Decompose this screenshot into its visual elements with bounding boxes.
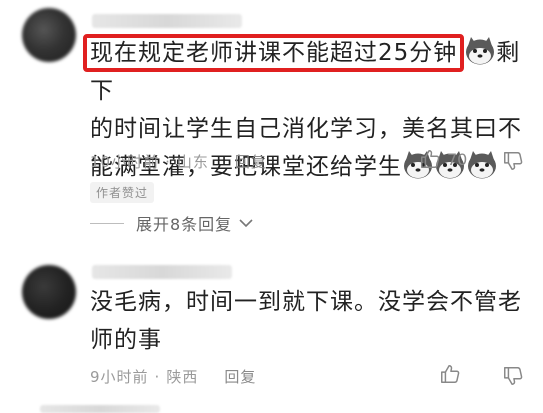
comment-text-line: 师的事 — [90, 327, 162, 353]
comment-text-line: 没毛病，时间一到就下课。没学会不管老 — [90, 289, 522, 315]
reply-button[interactable]: 回复 — [235, 151, 267, 172]
meta-separator: · — [154, 367, 161, 386]
author-liked-badge: 作者赞过 — [90, 182, 155, 203]
comment-meta: 10小时前 · 山东 回复 — [90, 151, 267, 172]
expand-divider-line — [90, 222, 124, 224]
comment-text-line: 的时间让学生自己消化学习，美名其曰不 — [90, 116, 522, 142]
username-blurred[interactable] — [92, 14, 242, 28]
thumbs-up-icon — [421, 150, 440, 168]
comment-location: 陕西 — [166, 368, 199, 386]
highlighted-text: 现在规定老师讲课不能超过25分钟 — [83, 34, 465, 72]
comment-content: 没毛病，时间一到就下课。没学会不管老 师的事 — [90, 283, 530, 359]
avatar[interactable] — [22, 8, 76, 62]
avatar[interactable] — [22, 265, 76, 319]
expand-replies-label: 展开8条回复 — [136, 215, 233, 234]
meta-separator: · — [165, 152, 171, 171]
doge-emoji-icon — [466, 37, 495, 65]
like-button[interactable] — [439, 363, 461, 385]
chevron-down-icon — [239, 219, 253, 228]
expand-replies-button[interactable]: 展开8条回复 — [90, 211, 254, 235]
thumbs-down-icon[interactable] — [502, 150, 524, 172]
reply-button[interactable]: 回复 — [224, 366, 256, 387]
username-blurred[interactable] — [92, 265, 232, 279]
comment-location: 山东 — [176, 153, 209, 171]
comment-meta: 9小时前 · 陕西 回复 — [90, 366, 256, 387]
comment-time: 10小时前 — [90, 153, 160, 171]
like-button[interactable]: 70 — [419, 148, 467, 170]
thumbs-down-icon[interactable] — [502, 365, 524, 387]
doge-emoji-icon — [468, 151, 496, 179]
like-count: 70 — [447, 149, 468, 169]
comment-time: 9小时前 — [90, 368, 149, 386]
thumbs-up-icon — [441, 365, 460, 383]
